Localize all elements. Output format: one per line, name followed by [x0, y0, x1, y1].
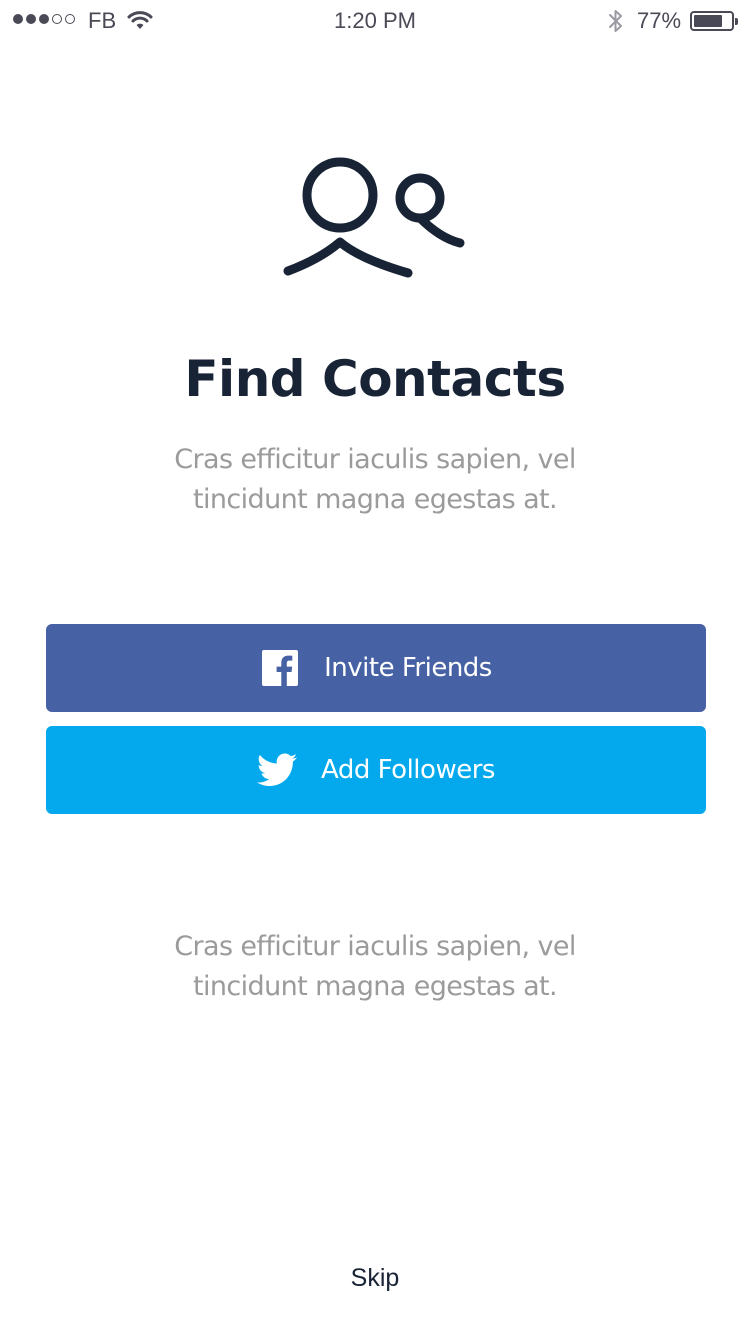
skip-button[interactable]: Skip: [0, 1264, 750, 1293]
page-title: Find Contacts: [184, 350, 566, 408]
add-followers-label: Add Followers: [321, 755, 495, 785]
contacts-icon: [280, 152, 470, 286]
battery-level: [694, 15, 722, 27]
invite-friends-button[interactable]: Invite Friends: [46, 624, 706, 712]
description-text: Cras efficitur iaculis sapien, vel tinci…: [174, 444, 576, 515]
battery-icon: [690, 11, 738, 31]
bluetooth-icon: [607, 8, 625, 38]
invite-friends-label: Invite Friends: [324, 653, 492, 683]
add-followers-button[interactable]: Add Followers: [46, 726, 706, 814]
battery-percent: 77%: [637, 8, 682, 33]
status-bar: FB 1:20 PM 77%: [0, 0, 750, 40]
facebook-icon: [260, 650, 300, 686]
twitter-icon: [257, 752, 298, 788]
footer-note: Cras efficitur iaculis sapien, vel tinci…: [174, 931, 576, 1002]
